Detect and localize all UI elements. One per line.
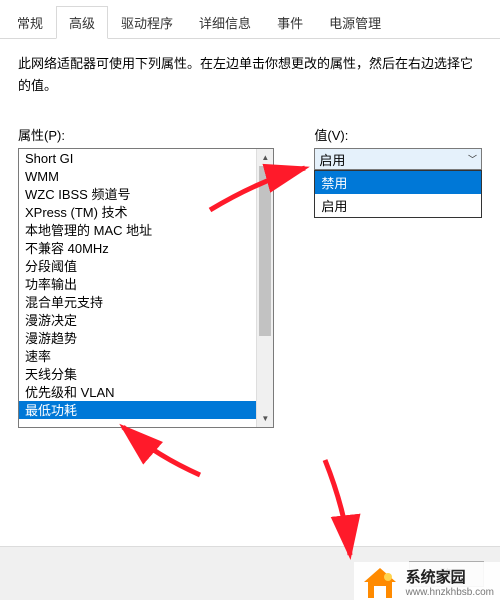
watermark-subtitle: www.hnzkhbsb.com [406,587,494,598]
properties-dialog: 常规 高级 驱动程序 详细信息 事件 电源管理 此网络适配器可使用下列属性。在左… [0,0,500,606]
property-listbox[interactable]: Short GI WMM WZC IBSS 频道号 XPress (TM) 技术… [18,148,274,428]
dropdown-option[interactable]: 禁用 [315,171,481,194]
tab-details[interactable]: 详细信息 [186,6,264,38]
list-item[interactable]: 分段阈值 [19,257,256,275]
list-item[interactable]: WZC IBSS 频道号 [19,185,256,203]
tab-advanced[interactable]: 高级 [56,6,108,39]
list-item[interactable]: 漫游决定 [19,311,256,329]
chevron-down-icon: ﹀ [468,153,477,166]
tab-driver[interactable]: 驱动程序 [108,6,186,38]
tab-bar: 常规 高级 驱动程序 详细信息 事件 电源管理 [0,4,500,39]
list-item[interactable]: 漫游趋势 [19,329,256,347]
scroll-down-icon[interactable]: ▼ [257,410,273,427]
scroll-thumb[interactable] [259,166,271,336]
list-item[interactable]: 混合单元支持 [19,293,256,311]
list-item[interactable]: 不兼容 40MHz [19,239,256,257]
watermark-title: 系统家园 [406,570,494,587]
watermark-logo-icon [360,564,400,604]
tab-content: 此网络适配器可使用下列属性。在左边单击你想更改的属性，然后在右边选择它的值。 属… [0,39,500,442]
list-item[interactable]: 本地管理的 MAC 地址 [19,221,256,239]
dropdown-option[interactable]: 启用 [315,194,481,217]
tab-events[interactable]: 事件 [264,6,316,38]
value-dropdown[interactable]: 禁用 启用 [314,170,482,218]
listbox-scrollbar[interactable]: ▲ ▼ [256,149,273,427]
list-item[interactable]: WMM [19,167,256,185]
list-item[interactable]: Short GI [19,149,256,167]
property-label: 属性(P): [18,125,274,144]
list-item[interactable]: 优先级和 VLAN [19,383,256,401]
tab-power[interactable]: 电源管理 [316,6,394,38]
description-text: 此网络适配器可使用下列属性。在左边单击你想更改的属性，然后在右边选择它的值。 [18,53,482,97]
watermark: 系统家园 www.hnzkhbsb.com [354,562,500,606]
tab-general[interactable]: 常规 [4,6,56,38]
scroll-up-icon[interactable]: ▲ [257,149,273,166]
list-item[interactable]: 速率 [19,347,256,365]
value-current: 启用 [319,150,345,169]
list-item[interactable]: XPress (TM) 技术 [19,203,256,221]
list-item[interactable]: 天线分集 [19,365,256,383]
list-item[interactable]: 最低功耗 [19,401,256,419]
value-combobox[interactable]: 启用 ﹀ [314,148,482,170]
list-item[interactable]: 功率输出 [19,275,256,293]
value-label: 值(V): [314,125,482,144]
